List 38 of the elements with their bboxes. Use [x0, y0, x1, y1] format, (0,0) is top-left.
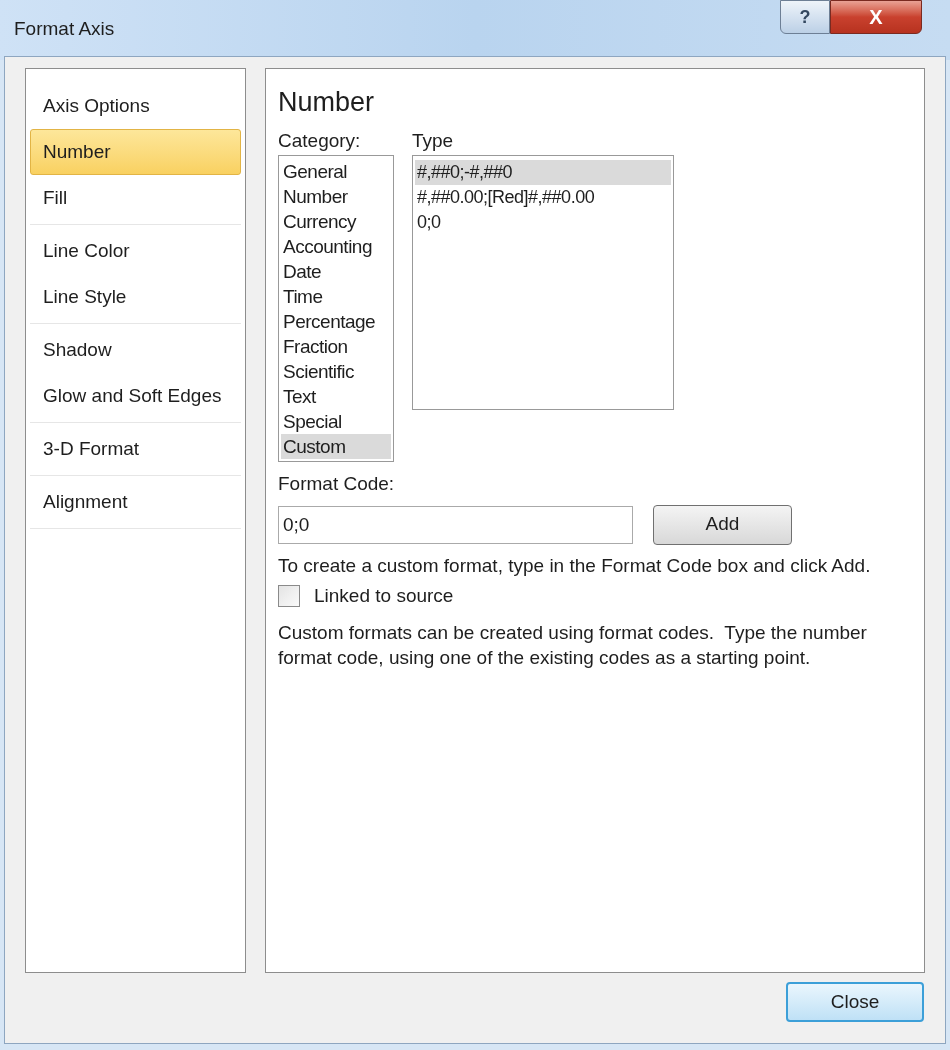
category-item[interactable]: General: [281, 159, 391, 184]
format-hint: To create a custom format, type in the Format Code box and click Add.: [278, 553, 872, 578]
linked-checkbox[interactable]: [278, 584, 300, 607]
type-label: Type: [412, 129, 455, 153]
category-item[interactable]: Percentage: [281, 309, 391, 334]
sidebar-item[interactable]: Number: [30, 129, 241, 175]
type-item[interactable]: 0;0: [415, 210, 671, 235]
category-item[interactable]: Fraction: [281, 334, 391, 359]
category-item[interactable]: Time: [281, 284, 391, 309]
format-code-label: Format Code:: [278, 472, 396, 496]
category-item[interactable]: Date: [281, 259, 391, 284]
section-heading: Number: [278, 86, 376, 119]
category-item[interactable]: Text: [281, 384, 391, 409]
sidebar-item[interactable]: Line Style: [30, 274, 241, 320]
sidebar-item[interactable]: Fill: [30, 175, 241, 221]
sidebar-item[interactable]: Line Color: [30, 228, 241, 274]
category-item[interactable]: Number: [281, 184, 391, 209]
sidebar-item[interactable]: Axis Options: [30, 83, 241, 129]
category-item[interactable]: Accounting: [281, 234, 391, 259]
category-item[interactable]: Scientific: [281, 359, 391, 384]
linked-label: Linked to source: [314, 583, 454, 608]
sidebar-item[interactable]: Glow and Soft Edges: [30, 373, 241, 419]
close-dialog-button[interactable]: Close: [786, 982, 924, 1022]
type-item[interactable]: #,##0.00;[Red]#,##0.00: [415, 185, 671, 210]
sidebar-item[interactable]: 3-D Format: [30, 426, 241, 472]
category-label: Category:: [278, 129, 362, 153]
help-button[interactable]: ?: [780, 0, 830, 34]
type-item[interactable]: #,##0;-#,##0: [415, 160, 671, 185]
category-item[interactable]: Custom: [281, 434, 391, 459]
format-code-field[interactable]: 0;0: [278, 505, 633, 544]
add-button[interactable]: Add: [653, 504, 792, 545]
category-item[interactable]: Special: [281, 409, 391, 434]
description-text: Custom formats can be created using format codes. Type the number format code, using one of the existing codes as a starting point.: [278, 621, 868, 670]
sidebar-item[interactable]: Shadow: [30, 327, 241, 373]
window-title: Format Axis: [14, 17, 115, 41]
window-close-button[interactable]: X: [830, 0, 922, 34]
category-item[interactable]: Currency: [281, 209, 391, 234]
sidebar-item[interactable]: Alignment: [30, 479, 241, 525]
